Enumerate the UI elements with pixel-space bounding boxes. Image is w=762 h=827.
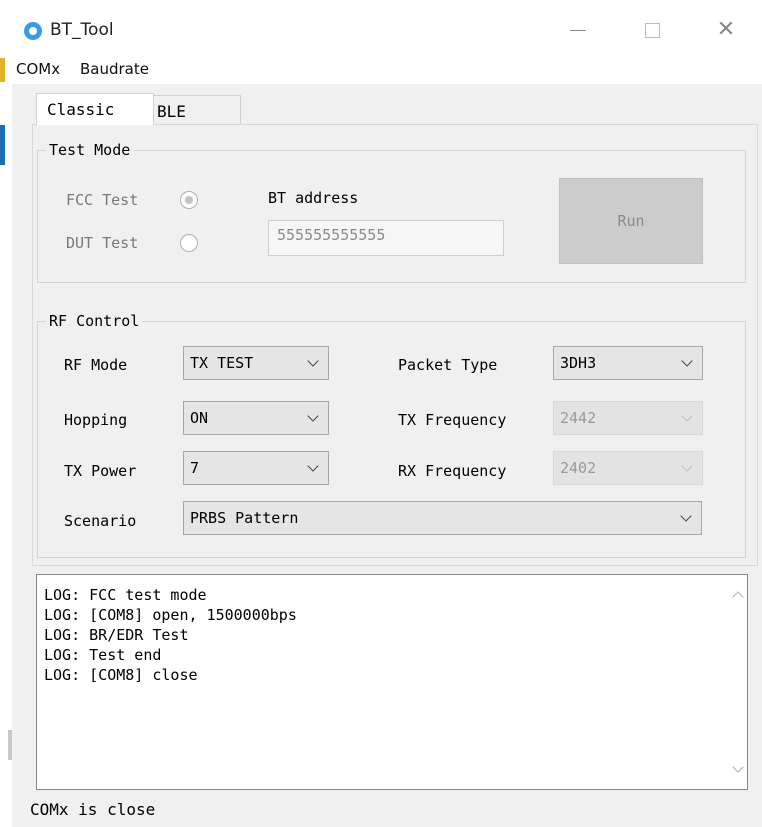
chevron-down-icon xyxy=(682,462,692,472)
minimize-button[interactable] xyxy=(566,18,590,42)
hopping-label: Hopping xyxy=(64,411,128,429)
tab-classic[interactable]: Classic xyxy=(36,93,154,125)
tx-power-select[interactable]: 7 xyxy=(183,451,329,485)
status-text: COMx is close xyxy=(30,800,156,819)
menu-bar: COMx Baudrate xyxy=(12,52,762,84)
log-line: LOG: BR/EDR Test xyxy=(44,626,189,644)
rx-frequency-label: RX Frequency xyxy=(398,462,507,480)
scroll-up-icon[interactable] xyxy=(732,591,744,603)
classic-tab-panel: Test Mode FCC Test DUT Test BT address 5… xyxy=(32,124,758,566)
log-line: LOG: Test end xyxy=(44,646,162,664)
rf-control-group-label: RF Control xyxy=(46,312,143,330)
log-line: LOG: [COM8] close xyxy=(44,666,198,684)
scroll-down-icon[interactable] xyxy=(732,761,744,773)
fcc-test-label: FCC Test xyxy=(66,191,139,209)
bt-address-label: BT address xyxy=(268,189,359,207)
test-mode-group: Test Mode FCC Test DUT Test BT address 5… xyxy=(37,141,746,283)
dut-test-radio[interactable] xyxy=(180,234,198,252)
chevron-down-icon xyxy=(308,462,318,472)
desktop-edge xyxy=(0,0,12,827)
chevron-down-icon xyxy=(682,357,692,367)
bt-address-input[interactable]: 555555555555 xyxy=(268,220,504,256)
rx-frequency-select[interactable]: 2402 xyxy=(553,451,703,485)
tx-power-value: 7 xyxy=(190,459,200,477)
rf-control-group: RF Control RF Mode TX TEST Hopping ON TX… xyxy=(37,312,746,558)
log-line: LOG: FCC test mode xyxy=(44,586,207,604)
tx-frequency-value: 2442 xyxy=(560,409,597,427)
menu-comx[interactable]: COMx xyxy=(16,60,60,78)
scenario-label: Scenario xyxy=(64,512,137,530)
close-button[interactable]: ✕ xyxy=(714,18,738,42)
fcc-test-radio[interactable] xyxy=(180,191,198,209)
hopping-select[interactable]: ON xyxy=(183,401,329,435)
chevron-down-icon xyxy=(308,357,318,367)
scenario-select[interactable]: PRBS Pattern xyxy=(183,501,702,535)
bt-tool-window: BT_Tool ✕ COMx Baudrate Classic BLE Test… xyxy=(12,0,762,827)
packet-type-label: Packet Type xyxy=(398,356,498,374)
log-scrollbar[interactable] xyxy=(729,575,747,789)
rf-mode-label: RF Mode xyxy=(64,356,128,374)
window-title: BT_Tool xyxy=(50,20,114,40)
run-button[interactable]: Run xyxy=(559,178,703,264)
hopping-value: ON xyxy=(190,409,209,427)
packet-type-value: 3DH3 xyxy=(560,354,597,372)
rf-mode-select[interactable]: TX TEST xyxy=(183,346,329,380)
dut-test-label: DUT Test xyxy=(66,234,139,252)
packet-type-select[interactable]: 3DH3 xyxy=(553,346,703,380)
tab-ble[interactable]: BLE xyxy=(150,95,241,125)
app-icon xyxy=(24,22,42,40)
log-line: LOG: [COM8] open, 1500000bps xyxy=(44,606,297,624)
test-mode-group-label: Test Mode xyxy=(46,141,134,159)
scenario-value: PRBS Pattern xyxy=(190,509,299,527)
chevron-down-icon xyxy=(308,412,318,422)
tx-frequency-select[interactable]: 2442 xyxy=(553,401,703,435)
tx-power-label: TX Power xyxy=(64,462,137,480)
menu-baudrate[interactable]: Baudrate xyxy=(80,60,149,78)
desktop-edge-accent-yellow xyxy=(0,58,5,82)
chevron-down-icon xyxy=(682,412,692,422)
tx-frequency-label: TX Frequency xyxy=(398,411,507,429)
title-bar: BT_Tool ✕ xyxy=(12,0,762,52)
chevron-down-icon xyxy=(681,512,691,522)
desktop-edge-accent-blue xyxy=(0,125,5,165)
log-textarea[interactable]: LOG: FCC test mode LOG: [COM8] open, 150… xyxy=(36,574,748,790)
maximize-button[interactable] xyxy=(640,18,664,42)
rf-mode-value: TX TEST xyxy=(190,354,254,372)
rx-frequency-value: 2402 xyxy=(560,459,597,477)
